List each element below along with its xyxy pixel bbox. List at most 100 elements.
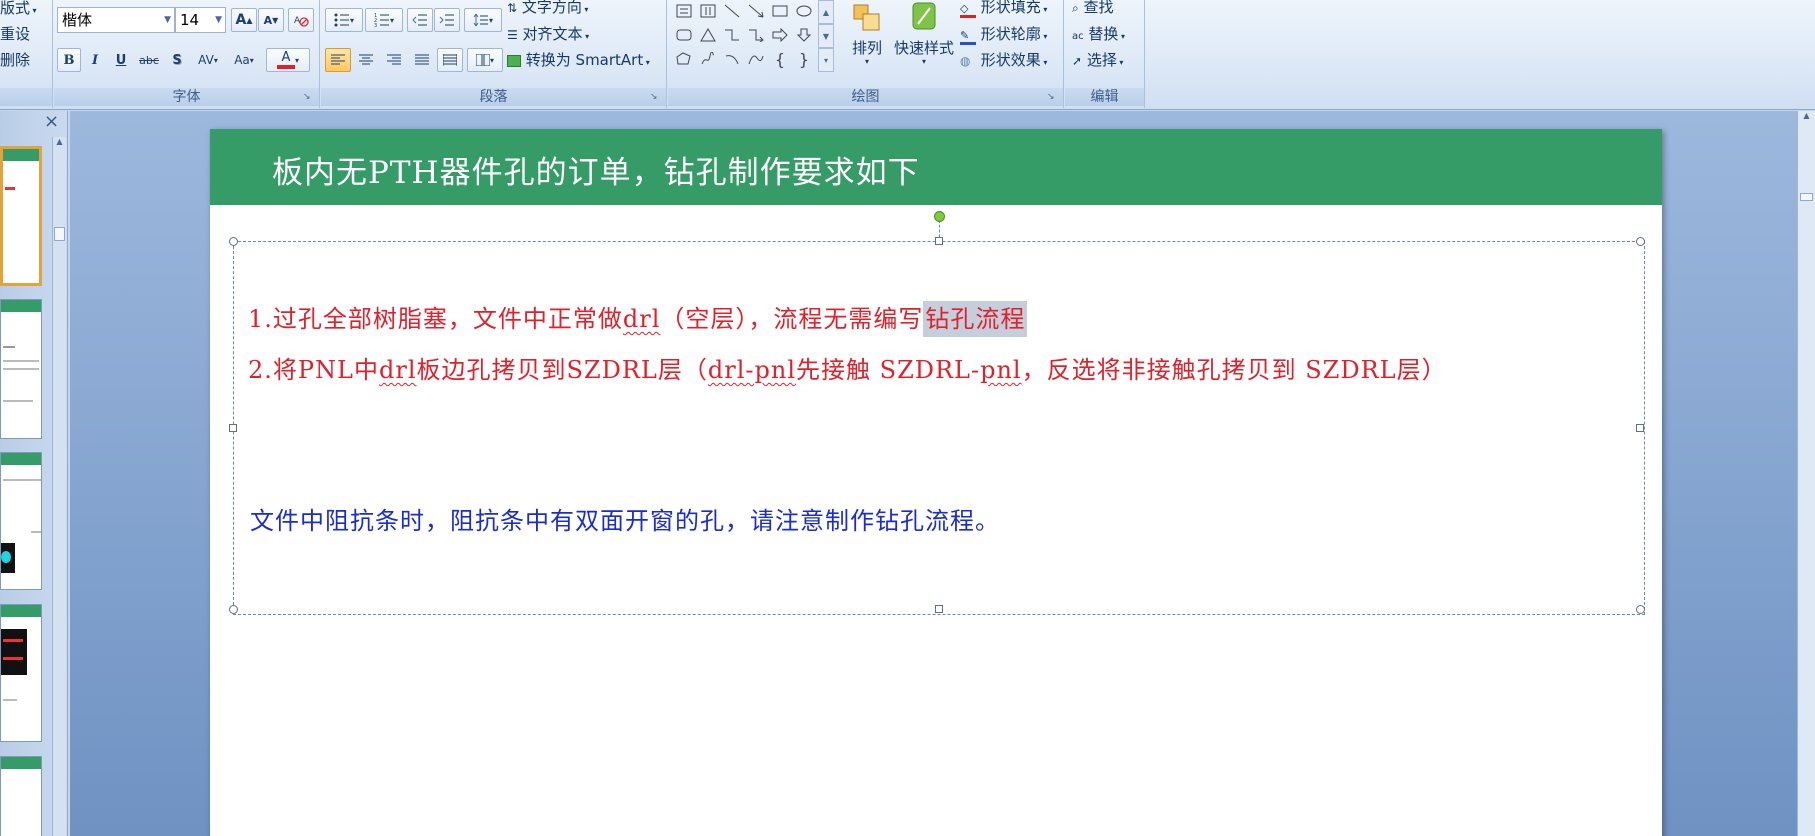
resize-handle-bottom-right[interactable]: [1636, 605, 1645, 614]
arrange-button[interactable]: 排列 ▾: [844, 0, 890, 76]
align-text-button[interactable]: ☰ 对齐文本 ▾: [507, 23, 589, 45]
find-button[interactable]: ⌕ 查找: [1072, 0, 1114, 18]
shape-outline-button[interactable]: ✎ 形状轮廓 ▾: [960, 23, 1047, 45]
rounded-rectangle-shape-icon[interactable]: [674, 25, 694, 45]
rotation-handle[interactable]: [934, 211, 945, 222]
selected-text[interactable]: 钻孔流程: [923, 301, 1028, 337]
select-button[interactable]: ➚ 选择 ▾: [1072, 49, 1123, 71]
gallery-scroll-up-icon[interactable]: ▲: [818, 0, 834, 24]
distribute-button[interactable]: [437, 48, 463, 72]
resize-handle-bottom-left[interactable]: [229, 605, 238, 614]
line-spacing-button[interactable]: ▾: [464, 8, 502, 32]
align-center-button[interactable]: [353, 48, 379, 72]
canvas-vertical-scrollbar[interactable]: ▲: [1797, 111, 1815, 836]
textbox-shape-icon[interactable]: [674, 1, 694, 21]
resize-handle-left[interactable]: [229, 424, 237, 432]
resize-handle-top[interactable]: [935, 237, 943, 245]
convert-smartart-button[interactable]: 转换为 SmartArt ▾: [507, 49, 650, 71]
vertical-textbox-shape-icon[interactable]: [698, 1, 718, 21]
drawing-dialog-launcher-icon[interactable]: ↘: [1047, 93, 1057, 103]
quick-styles-button[interactable]: 快速样式 ▾: [890, 0, 958, 76]
resize-handle-bottom[interactable]: [935, 605, 943, 613]
align-right-button[interactable]: [381, 48, 407, 72]
increase-indent-button[interactable]: [434, 8, 460, 32]
resize-handle-right[interactable]: [1636, 424, 1644, 432]
shape-fill-button[interactable]: ◇ 形状填充 ▾: [960, 0, 1047, 18]
decrease-indent-button[interactable]: [407, 8, 433, 32]
left-brace-shape-icon[interactable]: {: [770, 49, 790, 69]
resize-handle-top-right[interactable]: [1636, 237, 1645, 246]
shrink-font-button[interactable]: A ▼: [258, 8, 284, 32]
font-name-combo[interactable]: 楷体 ▼: [57, 7, 175, 33]
misspelled-word[interactable]: drl: [623, 305, 661, 333]
misspelled-word[interactable]: drl-pnl: [708, 356, 796, 384]
layout-label: 版式: [0, 0, 31, 17]
slide-thumbnail-5[interactable]: [0, 756, 42, 836]
change-case-button[interactable]: Aa ▾: [227, 48, 261, 72]
scroll-thumb[interactable]: [54, 227, 65, 241]
text-direction-button[interactable]: ⇅ 文字方向 ▾: [507, 0, 588, 18]
slide-thumbnail-3[interactable]: [0, 452, 42, 590]
misspelled-word[interactable]: drl: [379, 356, 417, 384]
arc-shape-icon[interactable]: [722, 49, 742, 69]
arrow-line-shape-icon[interactable]: [746, 1, 766, 21]
curve-shape-icon[interactable]: [746, 49, 766, 69]
clear-format-button[interactable]: A: [288, 8, 314, 32]
text-shadow-button[interactable]: S: [165, 48, 189, 72]
replace-button[interactable]: ac 替换 ▾: [1072, 23, 1125, 45]
reset-button[interactable]: 重设: [0, 23, 30, 45]
scroll-thumb[interactable]: [1800, 193, 1813, 201]
right-brace-shape-icon[interactable]: }: [794, 49, 814, 69]
columns-icon: [475, 54, 490, 66]
columns-button[interactable]: ▾: [467, 48, 503, 72]
delete-button[interactable]: 删除: [0, 49, 30, 71]
slide-thumbnail-1[interactable]: [0, 146, 42, 286]
shape-effects-button[interactable]: ◍ 形状效果 ▾: [960, 49, 1047, 71]
slide[interactable]: 板内无PTH器件孔的订单，钻孔制作要求如下 1.过孔全部树脂塞，文件中正常做dr…: [210, 129, 1662, 836]
gallery-more-icon[interactable]: ▾: [818, 48, 834, 72]
freeform-shape-icon[interactable]: [674, 49, 694, 69]
content-line-1[interactable]: 1.过孔全部树脂塞，文件中正常做drl（空层），流程无需编写钻孔流程: [248, 299, 1028, 337]
down-arrow-shape-icon[interactable]: [794, 25, 814, 45]
font-color-button[interactable]: A ▾: [266, 48, 310, 72]
content-line-2[interactable]: 2.将PNL中drl板边孔拷贝到SZDRL层（drl-pnl先接触 SZDRL-…: [248, 350, 1447, 385]
gallery-scroll-down-icon[interactable]: ▼: [818, 24, 834, 48]
italic-button[interactable]: I: [83, 48, 107, 72]
align-left-button[interactable]: [325, 48, 351, 72]
scroll-up-icon[interactable]: ▲: [53, 137, 66, 146]
grow-font-button[interactable]: A ▲: [231, 8, 257, 32]
rectangle-shape-icon[interactable]: [770, 1, 790, 21]
font-dialog-launcher-icon[interactable]: ↘: [303, 93, 313, 103]
misspelled-word[interactable]: pnl: [980, 356, 1022, 384]
oval-shape-icon[interactable]: [794, 1, 814, 21]
scroll-up-icon[interactable]: ▲: [1798, 111, 1815, 120]
line-shape-icon[interactable]: [722, 1, 742, 21]
justify-button[interactable]: [409, 48, 435, 72]
font-color-icon: A: [276, 51, 295, 69]
elbow-connector-shape-icon[interactable]: [722, 25, 742, 45]
slide-title[interactable]: 板内无PTH器件孔的订单，钻孔制作要求如下: [272, 147, 920, 192]
paragraph-dialog-launcher-icon[interactable]: ↘: [650, 93, 660, 103]
char-spacing-button[interactable]: AV ▾: [191, 48, 225, 72]
content-note[interactable]: 文件中阻抗条时，阻抗条中有双面开窗的孔，请注意制作钻孔流程。: [250, 501, 1000, 536]
resize-handle-top-left[interactable]: [229, 237, 238, 246]
underline-button[interactable]: U: [109, 48, 133, 72]
bullets-button[interactable]: ▾: [325, 8, 363, 32]
content-textbox[interactable]: 1.过孔全部树脂塞，文件中正常做drl（空层），流程无需编写钻孔流程 2.将PN…: [229, 211, 1645, 615]
close-pane-icon[interactable]: ×: [44, 113, 59, 131]
triangle-shape-icon[interactable]: [698, 25, 718, 45]
slide-thumbnail-2[interactable]: [0, 299, 42, 439]
layout-button[interactable]: 版式 ▾: [0, 0, 37, 19]
shrink-font-icon: A: [263, 13, 273, 27]
right-arrow-shape-icon[interactable]: [770, 25, 790, 45]
bullet-list-icon: [334, 13, 349, 27]
numbering-button[interactable]: 123 ▾: [365, 8, 403, 32]
scribble-shape-icon[interactable]: [698, 49, 718, 69]
strikethrough-button[interactable]: abc: [135, 48, 163, 72]
shape-outline-label: 形状轮廓: [980, 25, 1041, 43]
font-size-combo[interactable]: 14 ▼: [175, 7, 226, 33]
elbow-arrow-connector-shape-icon[interactable]: [746, 25, 766, 45]
bold-button[interactable]: B: [57, 48, 81, 72]
thumbnail-scrollbar[interactable]: ▲: [52, 137, 66, 836]
slide-thumbnail-4[interactable]: [0, 604, 42, 742]
